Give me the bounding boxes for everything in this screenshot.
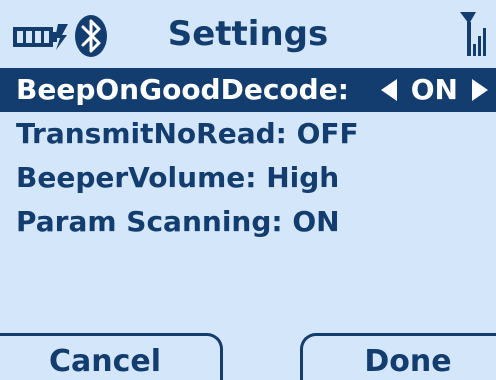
setting-param-scanning[interactable]: Param Scanning: ON xyxy=(0,200,496,244)
done-button[interactable]: Done xyxy=(300,333,496,380)
device-screen: Settings BeepOnGoodDecode: ON TransmitNo… xyxy=(0,0,496,380)
setting-value: ON xyxy=(410,73,458,106)
setting-label: BeepOnGoodDecode: xyxy=(16,73,349,106)
setting-value: ON xyxy=(292,205,340,238)
status-header: Settings xyxy=(0,0,496,70)
setting-beep-on-good-decode[interactable]: BeepOnGoodDecode: ON xyxy=(0,68,496,112)
setting-beeper-volume[interactable]: BeeperVolume: High xyxy=(0,156,496,200)
signal-strength-icon xyxy=(460,12,486,56)
arrow-left-icon[interactable] xyxy=(380,79,397,101)
setting-value: OFF xyxy=(296,117,359,150)
setting-label: Param Scanning: xyxy=(16,205,293,238)
setting-label: BeeperVolume: xyxy=(16,161,267,194)
setting-value: High xyxy=(266,161,340,194)
setting-label: TransmitNoRead: xyxy=(16,117,297,150)
cancel-button[interactable]: Cancel xyxy=(0,333,223,380)
page-title: Settings xyxy=(167,14,329,54)
settings-list: BeepOnGoodDecode: ON TransmitNoRead: OFF… xyxy=(0,68,496,244)
arrow-right-icon[interactable] xyxy=(472,79,488,101)
value-selector[interactable]: ON xyxy=(380,68,488,112)
setting-transmit-no-read[interactable]: TransmitNoRead: OFF xyxy=(0,112,496,156)
